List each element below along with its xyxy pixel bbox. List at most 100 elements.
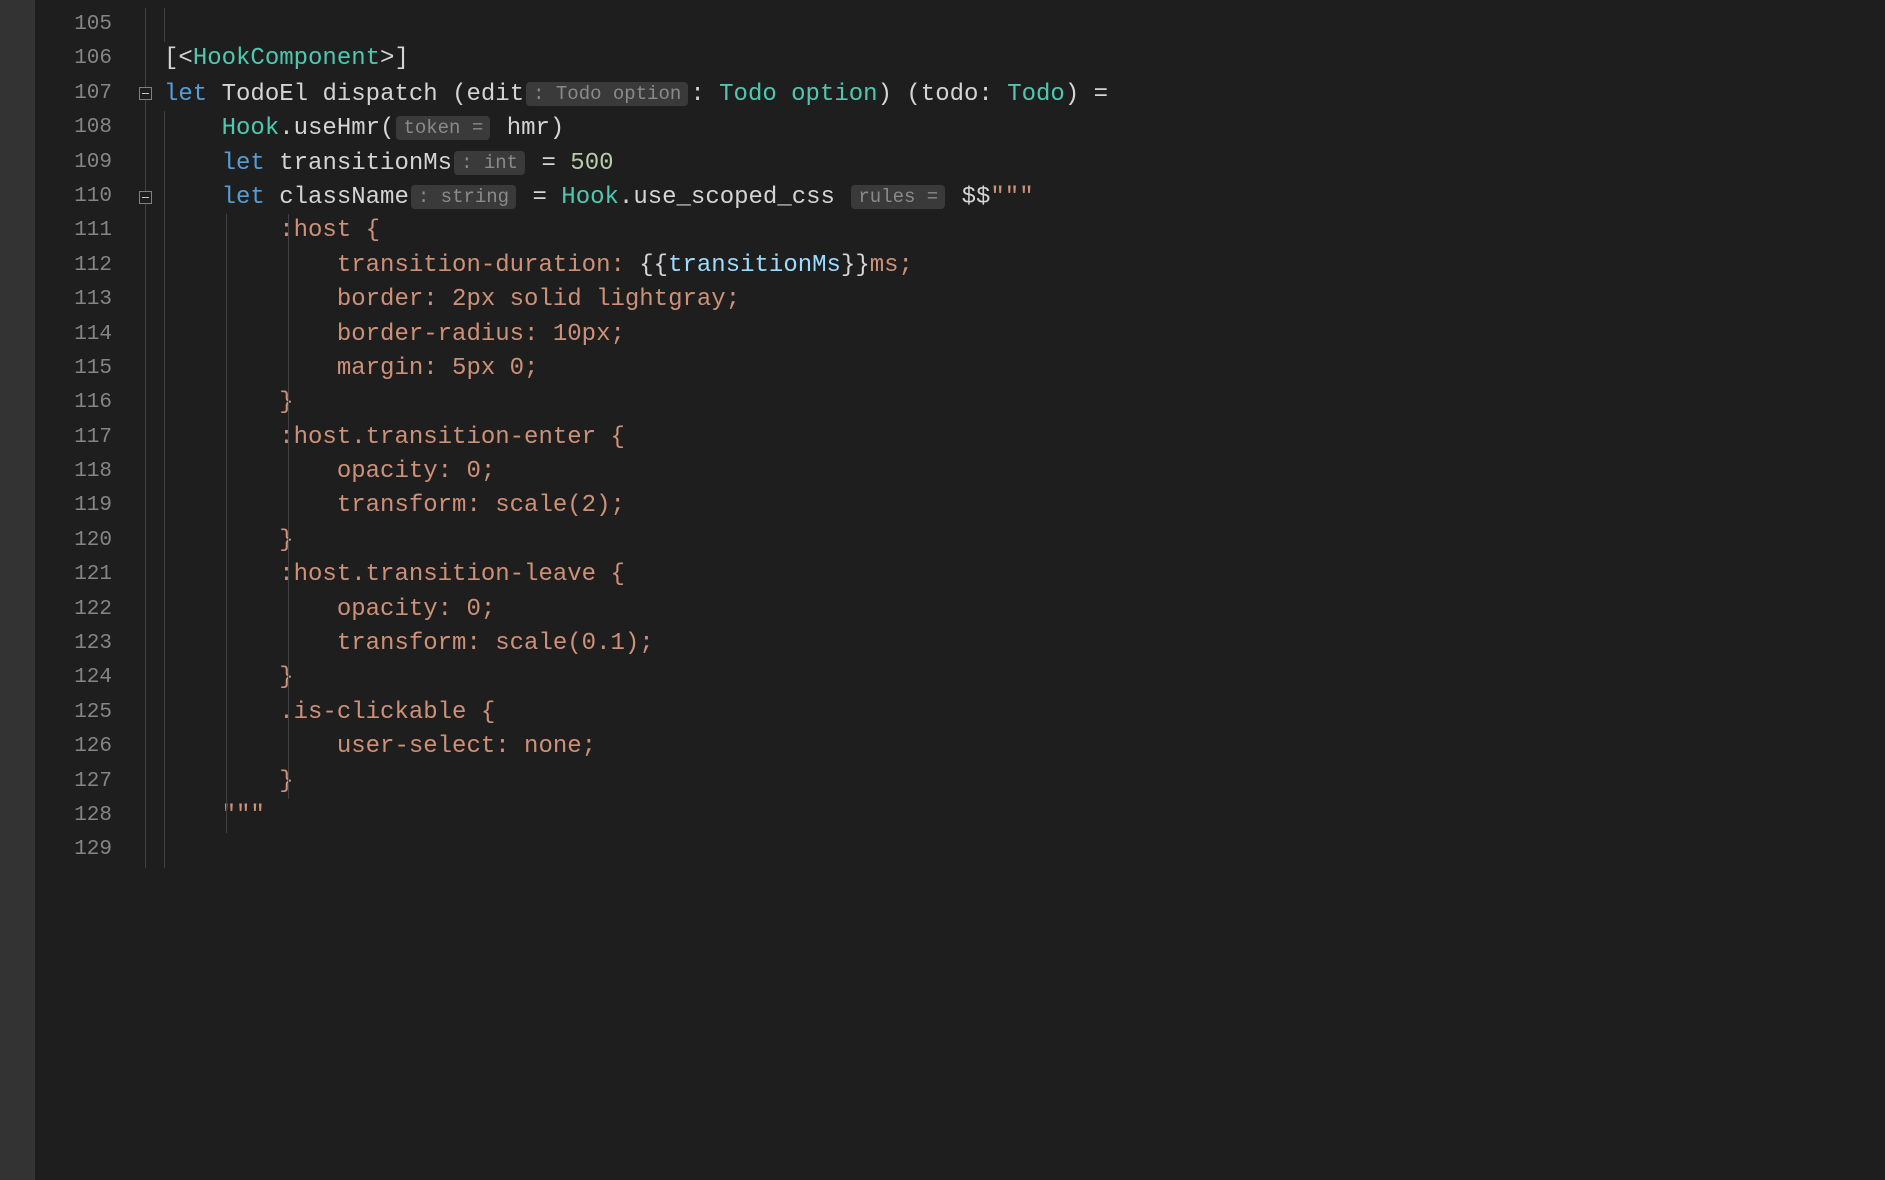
- code-area[interactable]: [<HookComponent>]let TodoEl dispatch (ed…: [160, 0, 1885, 1180]
- fold-cell: [130, 77, 160, 111]
- indent-guide: [164, 386, 165, 420]
- code-line[interactable]: user-select: none;: [160, 730, 1885, 764]
- code-line[interactable]: let className: string = Hook.use_scoped_…: [160, 180, 1885, 214]
- code-token: let: [164, 81, 207, 108]
- code-token: HookComponent: [193, 45, 380, 72]
- indent-guide: [164, 249, 165, 283]
- code-editor[interactable]: 1051061071081091101111121131141151161171…: [0, 0, 1885, 1180]
- indent-guide: [164, 696, 165, 730]
- code-line[interactable]: transition-duration: {{transitionMs}}ms;: [160, 249, 1885, 283]
- code-line[interactable]: let transitionMs: int = 500: [160, 146, 1885, 180]
- indent-guide: [288, 283, 289, 317]
- code-line[interactable]: """: [160, 799, 1885, 833]
- code-token: ) =: [1065, 81, 1108, 108]
- code-line[interactable]: opacity: 0;: [160, 455, 1885, 489]
- code-line[interactable]: }: [160, 386, 1885, 420]
- code-token: transitionMs: [279, 150, 452, 177]
- fold-cell: [130, 661, 160, 695]
- code-token: border: 2px solid lightgray;: [337, 286, 740, 313]
- indent-guide: [288, 661, 289, 695]
- code-token: [265, 184, 279, 211]
- line-number: 107: [35, 77, 130, 111]
- indent-guide: [164, 283, 165, 317]
- code-token: Todo option: [719, 81, 877, 108]
- line-number: 111: [35, 214, 130, 248]
- code-token: .: [279, 115, 293, 142]
- code-line[interactable]: transform: scale(2);: [160, 489, 1885, 523]
- fold-cell: [130, 146, 160, 180]
- code-line[interactable]: let TodoEl dispatch (edit: Todo option: …: [160, 77, 1885, 111]
- code-line[interactable]: margin: 5px 0;: [160, 352, 1885, 386]
- line-number: 126: [35, 730, 130, 764]
- code-line[interactable]: :host.transition-enter {: [160, 421, 1885, 455]
- collapse-icon[interactable]: [139, 87, 152, 100]
- fold-cell: [130, 558, 160, 592]
- indent-guide: [226, 214, 227, 248]
- code-token: .is-clickable {: [279, 699, 495, 726]
- indent-guide: [226, 386, 227, 420]
- line-number: 121: [35, 558, 130, 592]
- code-token: .: [619, 184, 633, 211]
- fold-cell: [130, 352, 160, 386]
- code-line[interactable]: [160, 8, 1885, 42]
- code-token: :host.transition-leave {: [279, 561, 625, 588]
- code-line[interactable]: border: 2px solid lightgray;: [160, 283, 1885, 317]
- line-number: 127: [35, 765, 130, 799]
- indent-guide: [164, 455, 165, 489]
- indent-guide: [164, 558, 165, 592]
- indent-guide: [226, 489, 227, 523]
- fold-cell: [130, 421, 160, 455]
- code-line[interactable]: Hook.useHmr(token = hmr): [160, 111, 1885, 145]
- line-number: 124: [35, 661, 130, 695]
- fold-cell: [130, 214, 160, 248]
- inlay-hint: : int: [454, 151, 525, 175]
- indent-guide: [288, 696, 289, 730]
- code-line[interactable]: :host.transition-leave {: [160, 558, 1885, 592]
- fold-gutter[interactable]: [130, 0, 160, 1180]
- code-token: Hook: [561, 184, 619, 211]
- code-line[interactable]: }: [160, 765, 1885, 799]
- code-token: >]: [380, 45, 409, 72]
- code-line[interactable]: border-radius: 10px;: [160, 318, 1885, 352]
- fold-cell: [130, 489, 160, 523]
- code-token: :: [690, 81, 719, 108]
- indent-guide: [164, 421, 165, 455]
- code-token: opacity: 0;: [337, 596, 495, 623]
- indent-guide: [288, 455, 289, 489]
- indent-guide: [288, 352, 289, 386]
- code-token: $$: [962, 184, 991, 211]
- indent-guide: [288, 593, 289, 627]
- fold-cell: [130, 524, 160, 558]
- indent-guide: [288, 421, 289, 455]
- code-line[interactable]: opacity: 0;: [160, 593, 1885, 627]
- fold-cell: [130, 249, 160, 283]
- code-token: [492, 115, 506, 142]
- indent-guide: [288, 318, 289, 352]
- indent-guide: [164, 765, 165, 799]
- indent-guide: [288, 249, 289, 283]
- code-line[interactable]: [<HookComponent>]: [160, 42, 1885, 76]
- code-line[interactable]: [160, 833, 1885, 867]
- code-token: Todo: [1007, 81, 1065, 108]
- indent-guide: [226, 730, 227, 764]
- code-token: TodoEl: [222, 81, 308, 108]
- code-token: {{: [639, 252, 668, 279]
- fold-cell: [130, 318, 160, 352]
- line-number: 108: [35, 111, 130, 145]
- code-line[interactable]: transform: scale(0.1);: [160, 627, 1885, 661]
- collapse-icon[interactable]: [139, 191, 152, 204]
- code-line[interactable]: }: [160, 524, 1885, 558]
- code-token: opacity: 0;: [337, 458, 495, 485]
- code-token: ) (: [878, 81, 921, 108]
- code-line[interactable]: .is-clickable {: [160, 696, 1885, 730]
- code-line[interactable]: :host {: [160, 214, 1885, 248]
- line-number: 116: [35, 386, 130, 420]
- code-token: edit: [466, 81, 524, 108]
- fold-cell: [130, 833, 160, 867]
- code-token: margin: 5px 0;: [337, 355, 539, 382]
- fold-cell: [130, 283, 160, 317]
- indent-guide: [226, 627, 227, 661]
- indent-guide: [226, 352, 227, 386]
- breakpoint-margin[interactable]: [0, 0, 35, 1180]
- code-line[interactable]: }: [160, 661, 1885, 695]
